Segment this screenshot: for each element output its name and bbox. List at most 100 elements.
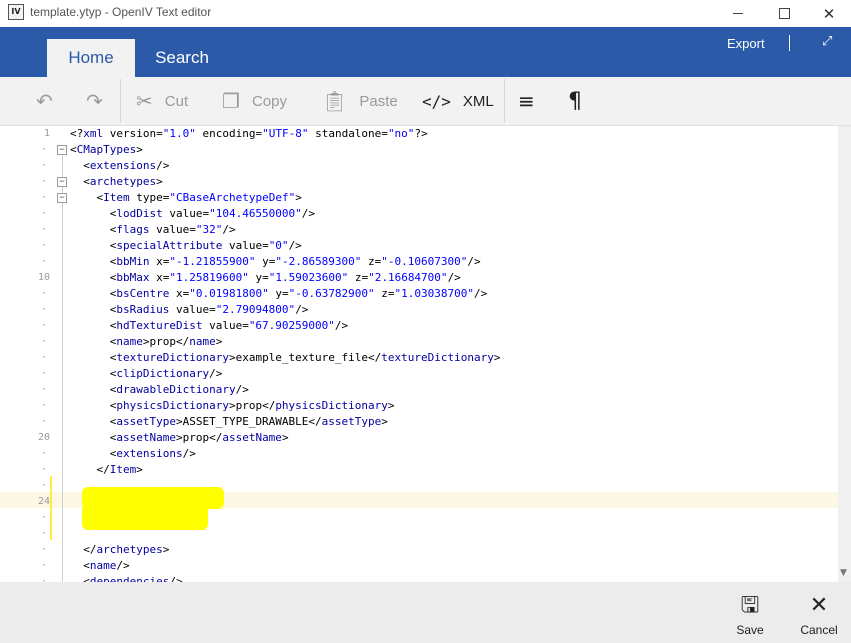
line-marker: · <box>40 144 47 155</box>
line-marker: · <box>40 160 47 171</box>
redo-icon: ↷ <box>86 89 103 113</box>
tab-home[interactable]: Home <box>47 39 135 77</box>
toolbar: ↶ ↷ ✂ Cut ❐ Copy 📋︎ Paste </> XML ≡ ¶ <box>0 77 851 126</box>
window-title: template.ytyp - OpenIV Text editor <box>30 5 212 19</box>
title-bar[interactable]: IV template.ytyp - OpenIV Text editor ✕ <box>0 0 851 27</box>
line-marker: · <box>40 560 47 571</box>
save-label: Save <box>736 623 764 637</box>
code-line[interactable]: <archetypes> <box>70 174 163 190</box>
line-marker: · <box>40 208 47 219</box>
code-line[interactable]: <bsCentre x="0.01981800" y="-0.63782900"… <box>70 286 488 302</box>
tab-search[interactable]: Search <box>140 39 224 77</box>
app-icon: IV <box>8 4 24 20</box>
line-marker: · <box>40 352 47 363</box>
code-line[interactable]: <drawableDictionary/> <box>70 382 249 398</box>
code-line[interactable]: </archetypes> <box>70 542 169 558</box>
maximize-button[interactable] <box>761 0 807 27</box>
code-line[interactable]: <physicsDictionary>prop</physicsDictiona… <box>70 398 395 414</box>
line-marker: · <box>40 304 47 315</box>
code-line[interactable]: <extensions/> <box>70 446 196 462</box>
line-marker: · <box>40 240 47 251</box>
xml-button[interactable]: </> XML <box>422 77 494 125</box>
code-line[interactable]: <bbMin x="-1.21855900" y="-2.86589300" z… <box>70 254 481 270</box>
show-whitespace-button[interactable]: ¶ <box>568 77 582 125</box>
undo-button[interactable]: ↶ <box>36 77 53 125</box>
line-marker: · <box>40 512 47 523</box>
save-icon: 🖫 <box>740 593 760 618</box>
xml-label: XML <box>462 92 494 110</box>
ribbon-divider <box>789 35 790 51</box>
code-line[interactable]: <dependencies/> <box>70 574 182 582</box>
maximize-icon <box>778 8 790 19</box>
scissors-icon: ✂ <box>136 89 153 113</box>
code-line[interactable]: <clipDictionary/> <box>70 366 223 382</box>
code-line[interactable]: <CMapTypes> <box>70 142 143 158</box>
ribbon-header: Home Search Export ⤢ <box>0 27 851 77</box>
redo-button[interactable]: ↷ <box>86 77 103 125</box>
line-marker: · <box>40 448 47 459</box>
cut-button[interactable]: ✂ Cut <box>136 77 188 125</box>
line-marker: · <box>40 544 47 555</box>
line-marker: · <box>40 288 47 299</box>
fold-toggle[interactable]: − <box>57 193 67 203</box>
line-marker: · <box>40 336 47 347</box>
redacted-region <box>82 504 208 530</box>
line-marker: · <box>40 480 47 491</box>
code-line[interactable]: <assetType>ASSET_TYPE_DRAWABLE</assetTyp… <box>70 414 388 430</box>
cancel-button[interactable]: ✕ Cancel <box>789 592 849 637</box>
minimize-button[interactable] <box>715 0 761 27</box>
cut-label: Cut <box>164 92 189 110</box>
code-line[interactable]: <flags value="32"/> <box>70 222 236 238</box>
line-marker: · <box>40 416 47 427</box>
minimize-icon <box>733 13 743 14</box>
code-line[interactable]: <specialAttribute value="0"/> <box>70 238 302 254</box>
fold-toggle[interactable]: − <box>57 177 67 187</box>
line-number: 10 <box>37 272 50 283</box>
pilcrow-icon: ¶ <box>568 88 582 114</box>
line-number: 24 <box>37 496 50 507</box>
paste-button[interactable]: 📋︎ Paste <box>322 77 398 125</box>
code-line[interactable]: <name/> <box>70 558 129 574</box>
line-marker: · <box>40 400 47 411</box>
line-marker: · <box>40 224 47 235</box>
line-marker: · <box>40 256 47 267</box>
paste-label: Paste <box>359 92 398 110</box>
code-line[interactable]: <bsRadius value="2.79094800"/> <box>70 302 309 318</box>
code-line[interactable]: <bbMax x="1.25819600" y="1.59023600" z="… <box>70 270 461 286</box>
expand-icon[interactable]: ⤢ <box>822 34 832 49</box>
code-line[interactable]: </Item> <box>70 462 142 478</box>
code-line[interactable]: <lodDist value="104.46550000"/> <box>70 206 315 222</box>
code-line[interactable]: <Item type="CBaseArchetypeDef"> <box>70 190 301 206</box>
fold-guide <box>62 156 63 582</box>
code-line[interactable]: <?xml version="1.0" encoding="UTF-8" sta… <box>70 126 428 142</box>
close-icon: ✕ <box>822 4 836 23</box>
line-marker: · <box>40 368 47 379</box>
code-editor[interactable]: − − − 1 10 20 24 · · · · · · · · · · · · · · · · · · · · · · · · · <… <box>0 126 838 582</box>
code-line[interactable]: <extensions/> <box>70 158 169 174</box>
toolbar-separator <box>120 79 121 123</box>
copy-button[interactable]: ❐ Copy <box>222 77 287 125</box>
export-button[interactable]: Export <box>727 36 765 51</box>
change-marker <box>50 476 52 540</box>
copy-icon: ❐ <box>222 89 240 113</box>
line-marker: · <box>40 176 47 187</box>
fold-toggle[interactable]: − <box>57 145 67 155</box>
clipboard-icon: 📋︎ <box>322 89 348 113</box>
code-line[interactable]: <assetName>prop</assetName> <box>70 430 289 446</box>
close-button[interactable]: ✕ <box>806 0 851 27</box>
toolbar-separator <box>504 79 505 123</box>
line-number: 1 <box>43 128 50 139</box>
code-line[interactable]: <hdTextureDist value="67.90259000"/> <box>70 318 348 334</box>
save-button[interactable]: 🖫 Save <box>720 592 780 637</box>
vertical-scrollbar[interactable] <box>838 126 851 582</box>
code-line[interactable]: <name>prop</name> <box>70 334 223 350</box>
format-document-icon: ≡ <box>518 89 535 113</box>
bottom-bar: 🖫 Save ✕ Cancel <box>0 582 851 643</box>
cancel-label: Cancel <box>800 623 838 637</box>
line-marker: · <box>40 192 47 203</box>
scroll-down-arrow[interactable]: ▼ <box>840 568 847 578</box>
format-button[interactable]: ≡ <box>518 77 535 125</box>
code-line[interactable]: <textureDictionary>example_texture_file<… <box>70 350 501 366</box>
cancel-icon: ✕ <box>809 593 829 618</box>
line-marker: · <box>40 528 47 539</box>
